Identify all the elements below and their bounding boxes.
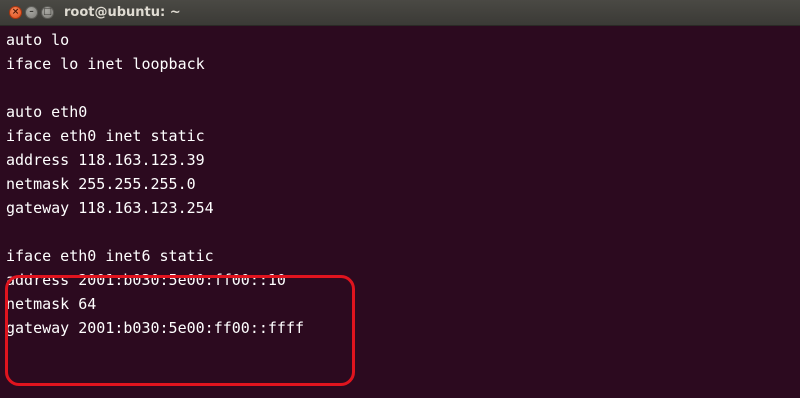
terminal-window: × – □ root@ubuntu: ~ auto lo iface lo in… xyxy=(0,0,800,398)
terminal-line: netmask 255.255.255.0 xyxy=(6,175,196,193)
terminal-line: address 118.163.123.39 xyxy=(6,151,205,169)
terminal-line: auto eth0 xyxy=(6,103,88,121)
terminal-line: iface eth0 inet6 static xyxy=(6,247,214,265)
window-title: root@ubuntu: ~ xyxy=(64,5,181,20)
terminal-line: gateway 118.163.123.254 xyxy=(6,199,214,217)
terminal-line: netmask 64 xyxy=(6,295,97,313)
terminal-line: gateway 2001:b030:5e00:ff00::ffff xyxy=(6,319,305,337)
terminal-line: iface lo inet loopback xyxy=(6,55,205,73)
terminal-line: iface eth0 inet static xyxy=(6,127,205,145)
close-icon[interactable]: × xyxy=(9,6,22,19)
maximize-icon[interactable]: □ xyxy=(41,6,54,19)
terminal-output[interactable]: auto lo iface lo inet loopback auto eth0… xyxy=(6,28,766,398)
terminal-line: auto lo xyxy=(6,31,70,49)
title-bar[interactable]: × – □ root@ubuntu: ~ xyxy=(0,0,800,26)
terminal-line: address 2001:b030:5e00:ff00::10 xyxy=(6,271,286,289)
minimize-icon[interactable]: – xyxy=(25,6,38,19)
